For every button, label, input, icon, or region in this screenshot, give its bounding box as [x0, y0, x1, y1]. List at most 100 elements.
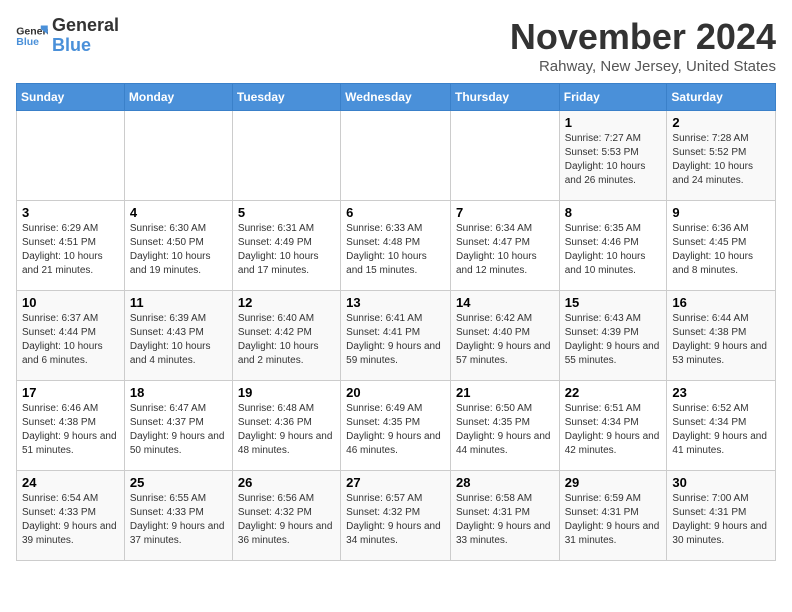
header-day-sunday: Sunday — [17, 84, 125, 111]
calendar-cell: 28 Sunrise: 6:58 AM Sunset: 4:31 PM Dayli… — [450, 471, 559, 561]
day-info: Sunrise: 6:44 AM Sunset: 4:38 PM Dayligh… — [672, 312, 770, 368]
calendar-header: SundayMondayTuesdayWednesdayThursdayFrid… — [17, 84, 776, 111]
calendar-cell: 10 Sunrise: 6:37 AM Sunset: 4:44 PM Dayli… — [17, 291, 125, 381]
calendar-cell — [341, 111, 451, 201]
day-info: Sunrise: 6:30 AM Sunset: 4:50 PM Dayligh… — [130, 222, 227, 278]
week-row-3: 17 Sunrise: 6:46 AM Sunset: 4:38 PM Dayli… — [17, 381, 776, 471]
day-info: Sunrise: 7:28 AM Sunset: 5:52 PM Dayligh… — [672, 132, 770, 188]
day-info: Sunrise: 6:51 AM Sunset: 4:34 PM Dayligh… — [565, 402, 662, 458]
day-number: 7 — [456, 205, 554, 220]
calendar-cell: 24 Sunrise: 6:54 AM Sunset: 4:33 PM Dayli… — [17, 471, 125, 561]
header-day-thursday: Thursday — [450, 84, 559, 111]
calendar-cell: 16 Sunrise: 6:44 AM Sunset: 4:38 PM Dayli… — [667, 291, 776, 381]
day-number: 15 — [565, 295, 662, 310]
header-day-monday: Monday — [124, 84, 232, 111]
calendar-table: SundayMondayTuesdayWednesdayThursdayFrid… — [16, 83, 776, 561]
day-number: 22 — [565, 385, 662, 400]
calendar-cell: 20 Sunrise: 6:49 AM Sunset: 4:35 PM Dayli… — [341, 381, 451, 471]
day-info: Sunrise: 6:43 AM Sunset: 4:39 PM Dayligh… — [565, 312, 662, 368]
day-info: Sunrise: 6:37 AM Sunset: 4:44 PM Dayligh… — [22, 312, 119, 368]
day-number: 9 — [672, 205, 770, 220]
day-info: Sunrise: 6:47 AM Sunset: 4:37 PM Dayligh… — [130, 402, 227, 458]
day-info: Sunrise: 6:41 AM Sunset: 4:41 PM Dayligh… — [346, 312, 445, 368]
day-info: Sunrise: 6:59 AM Sunset: 4:31 PM Dayligh… — [565, 492, 662, 548]
day-info: Sunrise: 6:49 AM Sunset: 4:35 PM Dayligh… — [346, 402, 445, 458]
week-row-2: 10 Sunrise: 6:37 AM Sunset: 4:44 PM Dayli… — [17, 291, 776, 381]
calendar-cell: 7 Sunrise: 6:34 AM Sunset: 4:47 PM Daylig… — [450, 201, 559, 291]
calendar-cell: 19Sunrise: 6:48 AM Sunset: 4:36 PM Dayli… — [232, 381, 340, 471]
calendar-cell: 12Sunrise: 6:40 AM Sunset: 4:42 PM Dayli… — [232, 291, 340, 381]
calendar-cell — [232, 111, 340, 201]
day-number: 8 — [565, 205, 662, 220]
calendar-cell: 14Sunrise: 6:42 AM Sunset: 4:40 PM Dayli… — [450, 291, 559, 381]
day-number: 5 — [238, 205, 335, 220]
day-number: 3 — [22, 205, 119, 220]
calendar-cell: 1Sunrise: 7:27 AM Sunset: 5:53 PM Daylig… — [559, 111, 667, 201]
calendar-cell: 23Sunrise: 6:52 AM Sunset: 4:34 PM Dayli… — [667, 381, 776, 471]
calendar-cell: 21 Sunrise: 6:50 AM Sunset: 4:35 PM Dayli… — [450, 381, 559, 471]
day-info: Sunrise: 6:50 AM Sunset: 4:35 PM Dayligh… — [456, 402, 554, 458]
calendar-cell: 11 Sunrise: 6:39 AM Sunset: 4:43 PM Dayli… — [124, 291, 232, 381]
calendar-cell: 18 Sunrise: 6:47 AM Sunset: 4:37 PM Dayli… — [124, 381, 232, 471]
day-info: Sunrise: 6:55 AM Sunset: 4:33 PM Dayligh… — [130, 492, 227, 548]
logo-text: GeneralBlue — [52, 16, 119, 56]
day-info: Sunrise: 6:52 AM Sunset: 4:34 PM Dayligh… — [672, 402, 770, 458]
logo: General Blue GeneralBlue — [16, 16, 119, 56]
day-number: 19 — [238, 385, 335, 400]
day-info: Sunrise: 7:00 AM Sunset: 4:31 PM Dayligh… — [672, 492, 770, 548]
day-info: Sunrise: 6:46 AM Sunset: 4:38 PM Dayligh… — [22, 402, 119, 458]
calendar-cell: 15 Sunrise: 6:43 AM Sunset: 4:39 PM Dayli… — [559, 291, 667, 381]
logo-icon: General Blue — [16, 22, 48, 50]
day-number: 10 — [22, 295, 119, 310]
calendar-cell: 6 Sunrise: 6:33 AM Sunset: 4:48 PM Daylig… — [341, 201, 451, 291]
day-info: Sunrise: 7:27 AM Sunset: 5:53 PM Dayligh… — [565, 132, 662, 188]
day-info: Sunrise: 6:56 AM Sunset: 4:32 PM Dayligh… — [238, 492, 335, 548]
location-title: Rahway, New Jersey, United States — [510, 58, 776, 75]
calendar-cell — [124, 111, 232, 201]
week-row-1: 3 Sunrise: 6:29 AM Sunset: 4:51 PM Daylig… — [17, 201, 776, 291]
day-info: Sunrise: 6:34 AM Sunset: 4:47 PM Dayligh… — [456, 222, 554, 278]
day-number: 21 — [456, 385, 554, 400]
day-number: 28 — [456, 475, 554, 490]
calendar-cell: 27Sunrise: 6:57 AM Sunset: 4:32 PM Dayli… — [341, 471, 451, 561]
week-row-0: 1Sunrise: 7:27 AM Sunset: 5:53 PM Daylig… — [17, 111, 776, 201]
calendar-cell: 9 Sunrise: 6:36 AM Sunset: 4:45 PM Daylig… — [667, 201, 776, 291]
day-info: Sunrise: 6:33 AM Sunset: 4:48 PM Dayligh… — [346, 222, 445, 278]
header-day-friday: Friday — [559, 84, 667, 111]
day-number: 6 — [346, 205, 445, 220]
day-number: 18 — [130, 385, 227, 400]
calendar-cell: 8Sunrise: 6:35 AM Sunset: 4:46 PM Daylig… — [559, 201, 667, 291]
day-number: 16 — [672, 295, 770, 310]
day-number: 11 — [130, 295, 227, 310]
day-info: Sunrise: 6:29 AM Sunset: 4:51 PM Dayligh… — [22, 222, 119, 278]
header-day-tuesday: Tuesday — [232, 84, 340, 111]
calendar-cell — [17, 111, 125, 201]
header-row: SundayMondayTuesdayWednesdayThursdayFrid… — [17, 84, 776, 111]
day-info: Sunrise: 6:57 AM Sunset: 4:32 PM Dayligh… — [346, 492, 445, 548]
title-section: November 2024 Rahway, New Jersey, United… — [510, 16, 776, 75]
day-number: 12 — [238, 295, 335, 310]
day-info: Sunrise: 6:54 AM Sunset: 4:33 PM Dayligh… — [22, 492, 119, 548]
calendar-body: 1Sunrise: 7:27 AM Sunset: 5:53 PM Daylig… — [17, 111, 776, 561]
day-number: 26 — [238, 475, 335, 490]
day-number: 20 — [346, 385, 445, 400]
calendar-cell: 2 Sunrise: 7:28 AM Sunset: 5:52 PM Daylig… — [667, 111, 776, 201]
header-day-saturday: Saturday — [667, 84, 776, 111]
day-info: Sunrise: 6:36 AM Sunset: 4:45 PM Dayligh… — [672, 222, 770, 278]
day-info: Sunrise: 6:39 AM Sunset: 4:43 PM Dayligh… — [130, 312, 227, 368]
day-info: Sunrise: 6:42 AM Sunset: 4:40 PM Dayligh… — [456, 312, 554, 368]
day-info: Sunrise: 6:58 AM Sunset: 4:31 PM Dayligh… — [456, 492, 554, 548]
calendar-cell: 22 Sunrise: 6:51 AM Sunset: 4:34 PM Dayli… — [559, 381, 667, 471]
calendar-cell — [450, 111, 559, 201]
day-number: 2 — [672, 115, 770, 130]
calendar-cell: 29 Sunrise: 6:59 AM Sunset: 4:31 PM Dayli… — [559, 471, 667, 561]
day-number: 24 — [22, 475, 119, 490]
day-number: 17 — [22, 385, 119, 400]
calendar-cell: 13 Sunrise: 6:41 AM Sunset: 4:41 PM Dayli… — [341, 291, 451, 381]
calendar-cell: 26 Sunrise: 6:56 AM Sunset: 4:32 PM Dayli… — [232, 471, 340, 561]
calendar-cell: 4Sunrise: 6:30 AM Sunset: 4:50 PM Daylig… — [124, 201, 232, 291]
calendar-cell: 25Sunrise: 6:55 AM Sunset: 4:33 PM Dayli… — [124, 471, 232, 561]
day-number: 29 — [565, 475, 662, 490]
day-number: 13 — [346, 295, 445, 310]
month-title: November 2024 — [510, 16, 776, 58]
